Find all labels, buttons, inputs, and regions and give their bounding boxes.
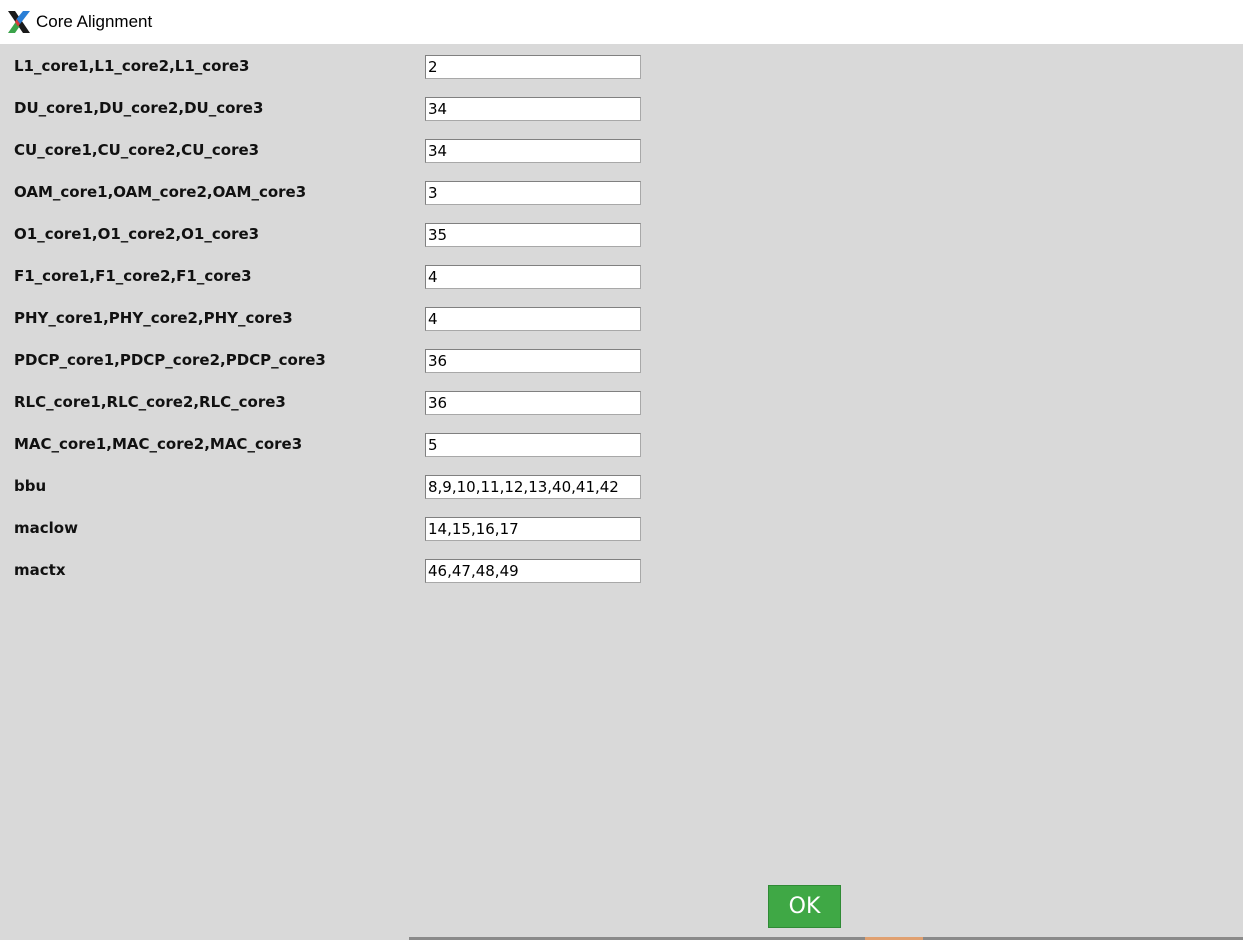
field-row-rlc: RLC_core1,RLC_core2,RLC_core3 [0, 381, 700, 423]
field-row-bbu: bbu [0, 465, 700, 507]
o1-cores-input[interactable] [425, 223, 641, 247]
oam-cores-input[interactable] [425, 181, 641, 205]
field-row-oam: OAM_core1,OAM_core2,OAM_core3 [0, 171, 700, 213]
field-row-cu: CU_core1,CU_core2,CU_core3 [0, 129, 700, 171]
cu-cores-input[interactable] [425, 139, 641, 163]
maclow-cores-input[interactable] [425, 517, 641, 541]
field-row-du: DU_core1,DU_core2,DU_core3 [0, 87, 700, 129]
field-row-mac: MAC_core1,MAC_core2,MAC_core3 [0, 423, 700, 465]
title-bar: Core Alignment [0, 0, 1243, 44]
rlc-cores-input[interactable] [425, 391, 641, 415]
du-cores-input[interactable] [425, 97, 641, 121]
mactx-cores-input[interactable] [425, 559, 641, 583]
ok-button[interactable]: OK [768, 885, 841, 928]
field-row-maclow: maclow [0, 507, 700, 549]
field-label-f1: F1_core1,F1_core2,F1_core3 [14, 267, 252, 285]
l1-cores-input[interactable] [425, 55, 641, 79]
x-app-icon [6, 9, 32, 35]
field-label-maclow: maclow [14, 519, 78, 537]
field-row-l1: L1_core1,L1_core2,L1_core3 [0, 45, 700, 87]
field-label-rlc: RLC_core1,RLC_core2,RLC_core3 [14, 393, 286, 411]
field-label-cu: CU_core1,CU_core2,CU_core3 [14, 141, 260, 159]
pdcp-cores-input[interactable] [425, 349, 641, 373]
field-row-phy: PHY_core1,PHY_core2,PHY_core3 [0, 297, 700, 339]
phy-cores-input[interactable] [425, 307, 641, 331]
field-label-oam: OAM_core1,OAM_core2,OAM_core3 [14, 183, 307, 201]
core-alignment-form: L1_core1,L1_core2,L1_core3 DU_core1,DU_c… [0, 44, 1243, 940]
field-label-du: DU_core1,DU_core2,DU_core3 [14, 99, 264, 117]
field-row-f1: F1_core1,F1_core2,F1_core3 [0, 255, 700, 297]
f1-cores-input[interactable] [425, 265, 641, 289]
bbu-cores-input[interactable] [425, 475, 641, 499]
field-row-o1: O1_core1,O1_core2,O1_core3 [0, 213, 700, 255]
field-label-mactx: mactx [14, 561, 66, 579]
field-label-l1: L1_core1,L1_core2,L1_core3 [14, 57, 250, 75]
field-label-o1: O1_core1,O1_core2,O1_core3 [14, 225, 260, 243]
field-label-bbu: bbu [14, 477, 47, 495]
field-label-pdcp: PDCP_core1,PDCP_core2,PDCP_core3 [14, 351, 326, 369]
field-label-phy: PHY_core1,PHY_core2,PHY_core3 [14, 309, 293, 327]
field-row-pdcp: PDCP_core1,PDCP_core2,PDCP_core3 [0, 339, 700, 381]
field-label-mac: MAC_core1,MAC_core2,MAC_core3 [14, 435, 303, 453]
mac-cores-input[interactable] [425, 433, 641, 457]
field-row-mactx: mactx [0, 549, 700, 591]
window-title: Core Alignment [36, 12, 153, 31]
